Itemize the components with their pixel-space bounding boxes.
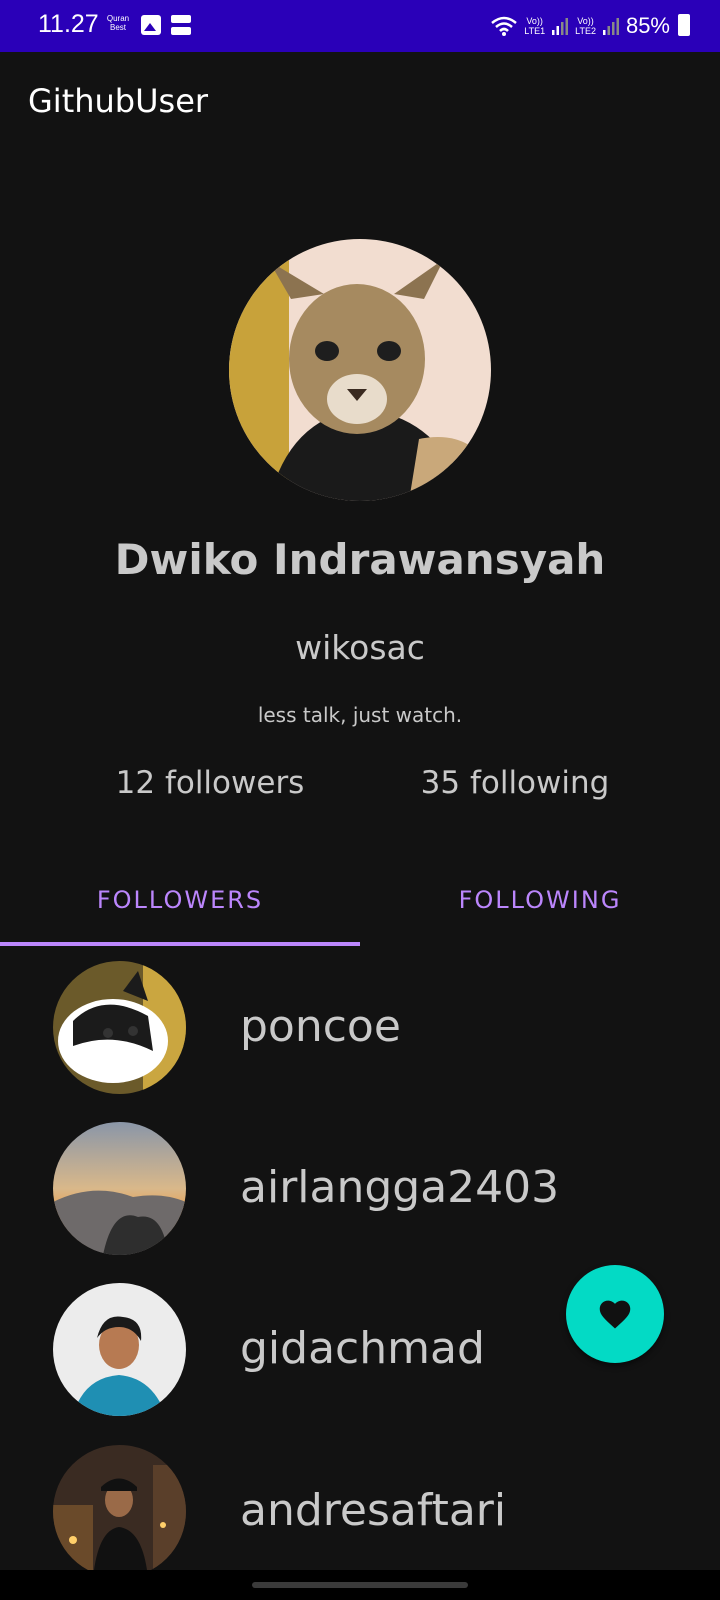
following-count: 35 following — [420, 765, 610, 801]
navigation-bar — [0, 1570, 720, 1600]
favorite-button[interactable] — [566, 1265, 664, 1363]
lte1-indicator: Vo)) LTE1 — [524, 16, 546, 36]
list-item-username: airlangga2403 — [240, 1162, 560, 1213]
avatar — [53, 961, 186, 1094]
status-bar: 11.27 Quran Best Vo)) LTE1 Vo)) LTE2 85% — [0, 0, 720, 52]
app-title: GithubUser — [28, 82, 209, 120]
battery-icon — [678, 14, 690, 36]
tab-following[interactable]: FOLLOWING — [360, 855, 720, 945]
followers-count: 12 followers — [115, 765, 305, 801]
list-item[interactable]: poncoe — [0, 961, 720, 1121]
list-item-username: andresaftari — [240, 1485, 507, 1536]
battery-percent: 85% — [625, 13, 670, 38]
tab-followers[interactable]: FOLLOWERS — [0, 855, 360, 945]
heart-icon — [599, 1300, 631, 1329]
status-time: 11.27 — [38, 10, 99, 38]
status-indicators: Vo)) LTE1 Vo)) LTE2 85% — [490, 10, 670, 42]
lte2-indicator: Vo)) LTE2 — [575, 16, 596, 36]
server-icon — [171, 15, 191, 35]
list-item-username: gidachmad — [240, 1323, 485, 1374]
profile-bio: less talk, just watch. — [257, 703, 463, 727]
avatar — [53, 1283, 186, 1416]
wifi-icon — [491, 16, 518, 36]
quran-best-icon: Quran Best — [106, 14, 130, 32]
avatar — [53, 1122, 186, 1255]
profile-username: wikosac — [295, 628, 425, 667]
profile-avatar — [229, 239, 491, 501]
list-item[interactable]: airlangga2403 — [0, 1122, 720, 1282]
signal-icon — [552, 18, 569, 35]
image-icon — [141, 15, 161, 35]
signal-icon — [602, 18, 619, 35]
avatar — [53, 1445, 186, 1578]
home-gesture-handle[interactable] — [252, 1582, 468, 1588]
tab-indicator — [0, 942, 360, 946]
list-item-username: poncoe — [240, 1001, 401, 1052]
profile-name: Dwiko Indrawansyah — [114, 535, 606, 584]
screen: 11.27 Quran Best Vo)) LTE1 Vo)) LTE2 85%… — [0, 0, 720, 1600]
